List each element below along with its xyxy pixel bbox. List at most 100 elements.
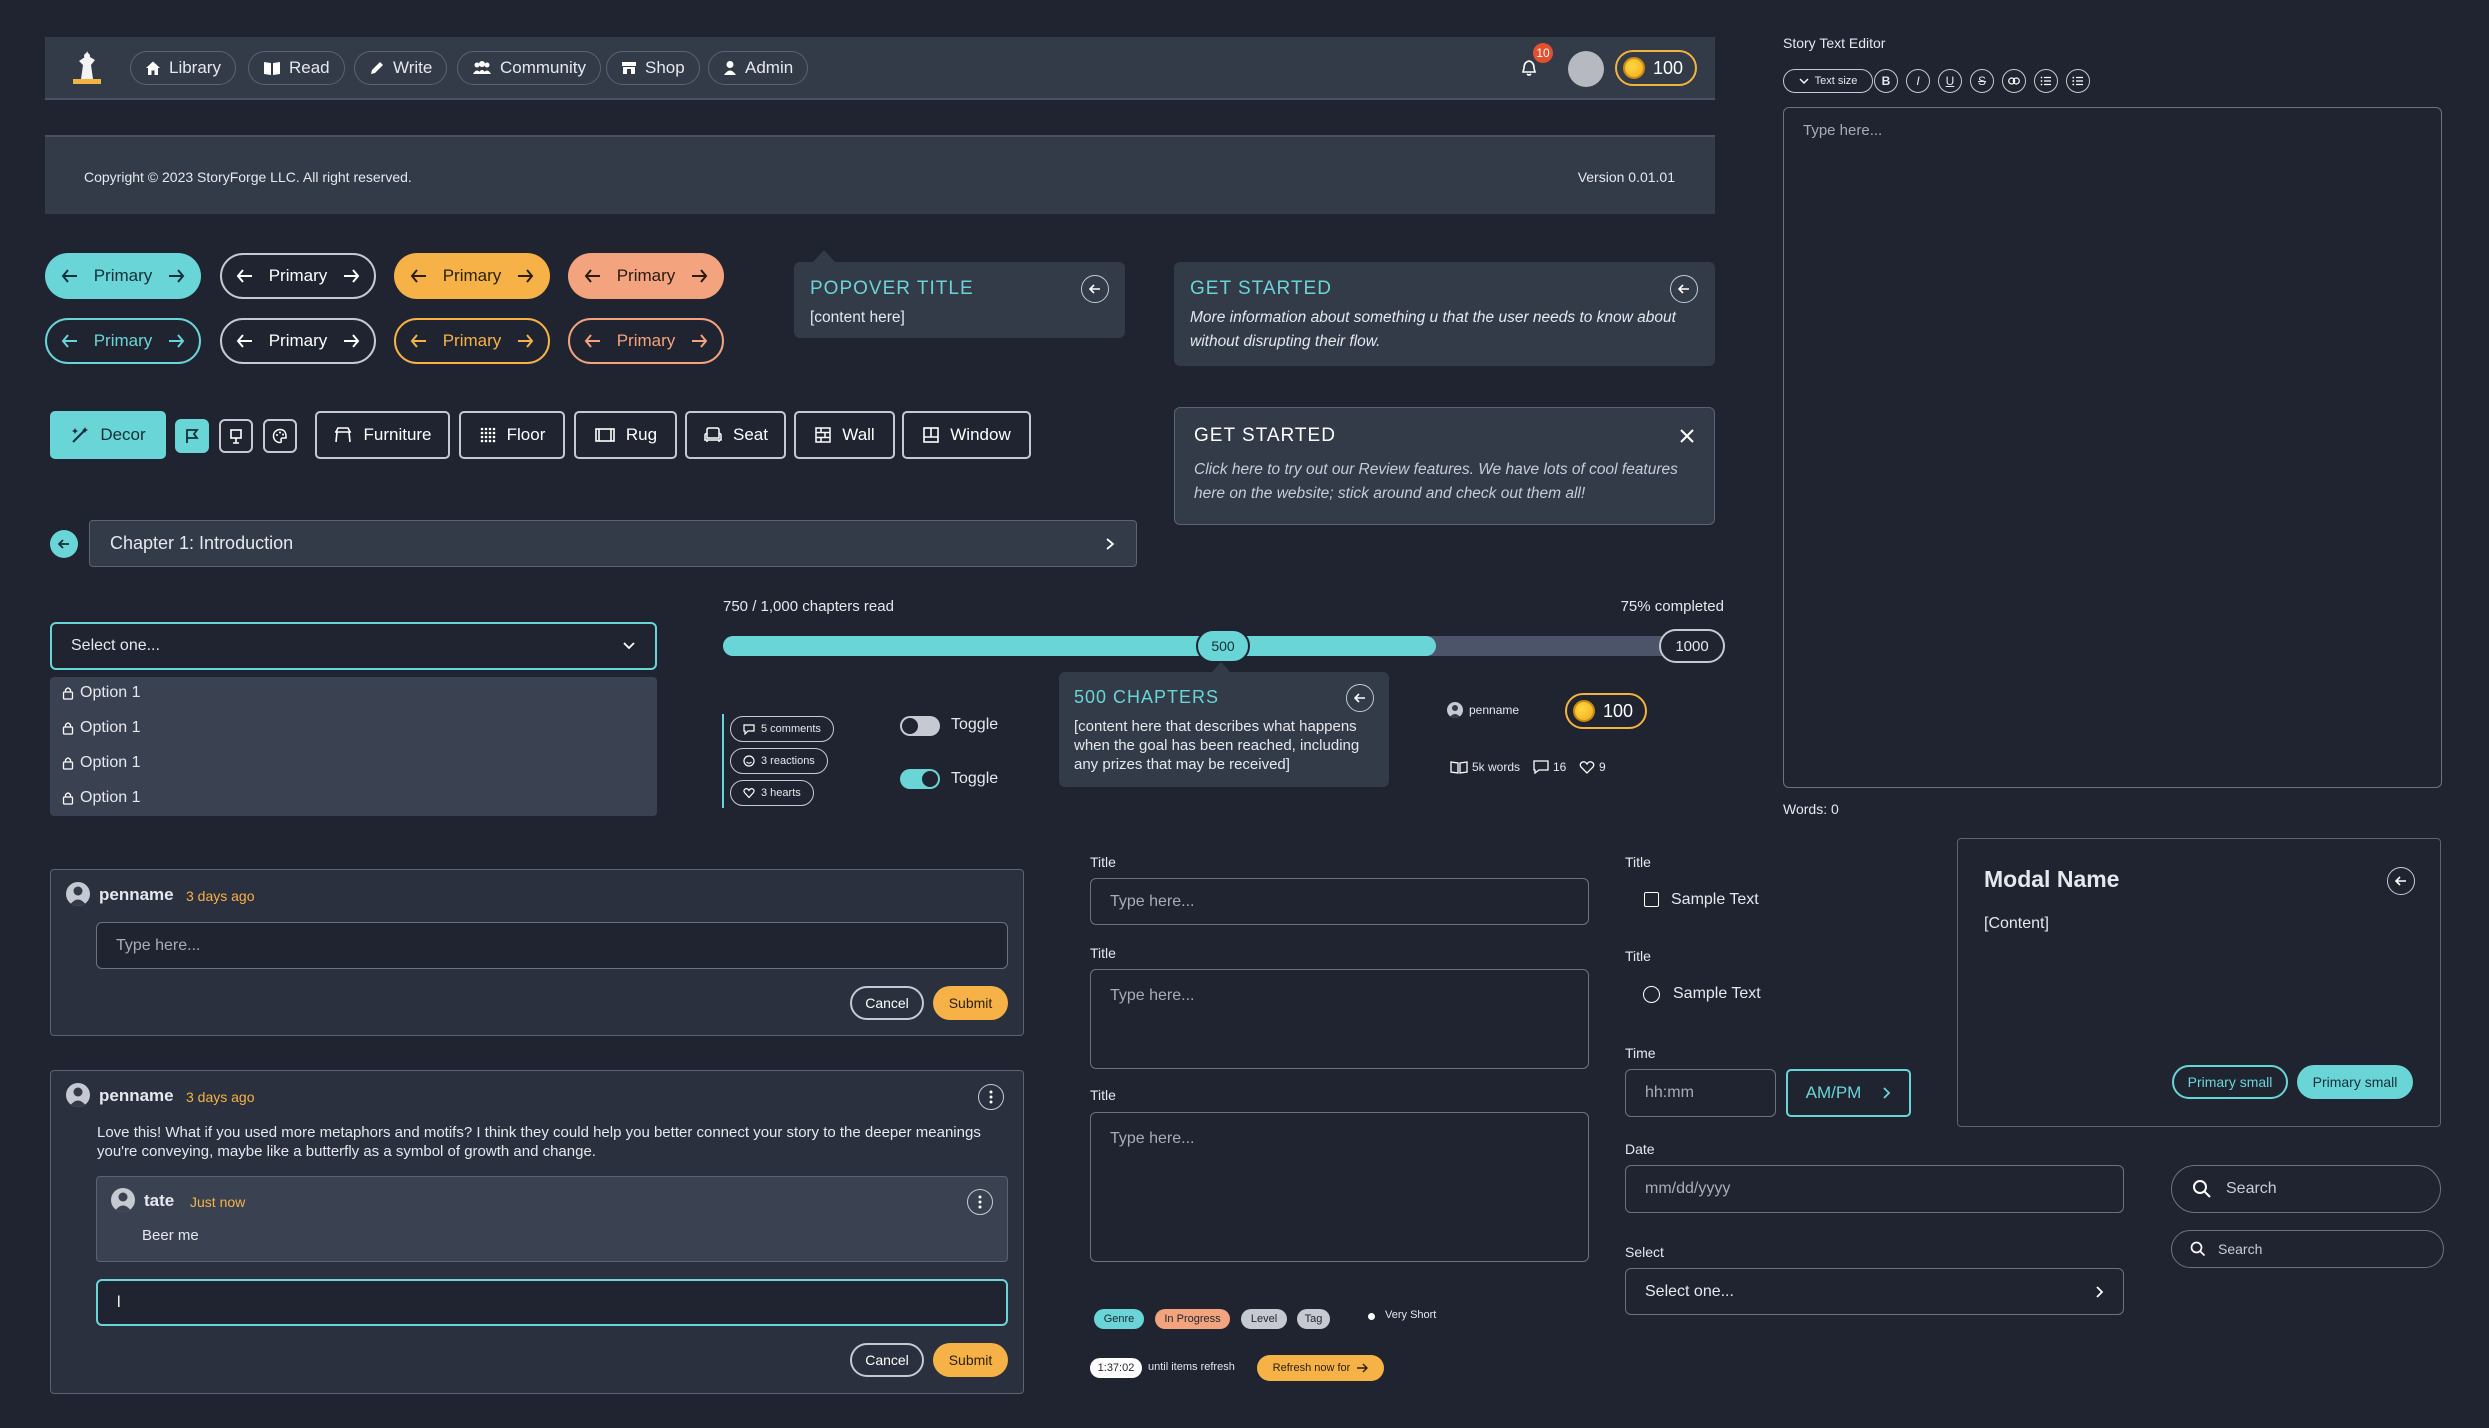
dropdown-option[interactable]: Option 1 [62,719,140,737]
underline-button[interactable]: U [1938,69,1962,93]
time-input[interactable]: hh:mm [1625,1069,1776,1117]
in-progress-tag[interactable]: In Progress [1155,1309,1230,1329]
primary-teal-button[interactable]: Primary [45,253,201,299]
get-started-text: More information about something u that … [1190,309,1676,350]
search-input-small[interactable]: Search [2171,1230,2444,1268]
italic-button[interactable]: I [1906,69,1930,93]
checkbox[interactable] [1644,892,1659,907]
reply-input[interactable]: l [96,1279,1008,1326]
floor-button[interactable]: Floor [459,411,565,459]
nav-shop-label: Shop [645,58,685,77]
dropdown-option[interactable]: Option 1 [62,789,140,807]
underline-icon: U [1945,74,1955,88]
tag-chip[interactable]: Tag [1297,1309,1330,1329]
refresh-now-button[interactable]: Refresh now for [1257,1355,1384,1381]
submit-button[interactable]: Submit [933,1343,1008,1377]
title-textarea-large-placeholder: Type here... [1110,1130,1195,1147]
strikethrough-button[interactable]: S [1970,69,1994,93]
furniture-button[interactable]: Furniture [315,411,450,459]
palette-tool-button[interactable] [263,419,297,453]
progress-max-marker[interactable]: 1000 [1659,629,1725,663]
toggle-on[interactable] [900,769,940,789]
coin-balance[interactable]: 100 [1615,50,1698,86]
modal-back-button[interactable] [2387,867,2415,895]
date-input[interactable]: mm/dd/yyyy [1625,1165,2124,1213]
bold-button[interactable]: B [1874,69,1898,93]
title-textarea[interactable]: Type here... [1090,969,1589,1069]
reactions-chip[interactable]: 3 reactions [730,748,828,774]
modal-primary-small-button[interactable]: Primary small [2297,1065,2413,1099]
dropdown-option[interactable]: Option 1 [62,754,140,772]
radio-button[interactable] [1643,986,1660,1003]
cancel-button[interactable]: Cancel [850,986,924,1020]
avatar[interactable] [1568,51,1604,87]
story-author[interactable]: penname [1447,702,1519,718]
text-size-dropdown[interactable]: Text size [1783,69,1873,93]
dropdown-option-label: Option 1 [80,684,141,701]
seat-button[interactable]: Seat [685,411,786,459]
painting-tool-button[interactable] [219,419,253,453]
editor-textarea[interactable]: Type here... [1783,107,2442,788]
select-input[interactable]: Select one... [1625,1268,2124,1315]
window-button[interactable]: Window [902,411,1031,459]
modal-primary-small-outline-button[interactable]: Primary small [2172,1065,2288,1099]
reactions-chip-label: 3 reactions [761,755,815,767]
chapter-back-button[interactable] [50,530,78,558]
cancel-button[interactable]: Cancel [850,1343,924,1377]
hearts-chip[interactable]: 3 hearts [730,780,814,806]
primary-outline-teal-button[interactable]: Primary [45,318,201,364]
bullet-list-icon [2072,76,2083,86]
storyforge-logo-icon[interactable] [67,47,107,87]
title-textarea-large[interactable]: Type here... [1090,1112,1589,1262]
ampm-selector[interactable]: AM/PM [1786,1069,1911,1117]
nav-read[interactable]: Read [248,51,345,85]
chapters-popover-back-button[interactable] [1346,684,1374,712]
dropdown-option-label: Option 1 [80,789,141,806]
primary-outline-white-label: Primary [268,331,328,350]
nav-community[interactable]: Community [457,51,601,85]
primary-orange-button[interactable]: Primary [394,253,550,299]
title-input[interactable]: Type here... [1090,878,1589,925]
comments-chip[interactable]: 5 comments [730,716,834,742]
flag-icon [186,429,199,443]
popover-back-button[interactable] [1081,275,1109,303]
primary-salmon-button[interactable]: Primary [568,253,724,299]
decor-button[interactable]: Decor [50,411,166,459]
genre-tag[interactable]: Genre [1094,1309,1144,1329]
flag-tool-button[interactable] [175,419,209,453]
comment-more-button[interactable] [978,1084,1004,1110]
arrow-right-icon [344,269,360,283]
primary-dark-button[interactable]: Primary [220,253,376,299]
nav-shop[interactable]: Shop [606,51,700,85]
get-started-back-button[interactable] [1670,275,1698,303]
arrow-left-icon [1677,284,1689,294]
toggle-off[interactable] [900,716,940,736]
select-dropdown[interactable]: Select one... [50,622,657,670]
comment-author: penname [99,885,174,904]
submit-button[interactable]: Submit [933,986,1008,1020]
primary-outline-white-button[interactable]: Primary [220,318,376,364]
level-tag[interactable]: Level [1241,1309,1287,1329]
close-icon[interactable] [1677,426,1697,446]
story-coin-balance[interactable]: 100 [1565,693,1648,729]
link-button[interactable] [2002,69,2026,93]
chapter-selector[interactable]: Chapter 1: Introduction [89,520,1137,567]
dropdown-option-label: Option 1 [80,754,141,771]
progress-read-text: 750 / 1,000 chapters read [723,598,894,615]
nav-library[interactable]: Library [130,51,236,85]
reply-author: tate [144,1191,175,1210]
search-input-large[interactable]: Search [2171,1165,2441,1213]
dropdown-option[interactable]: Option 1 [62,684,140,702]
progress-milestone-marker[interactable]: 500 [1196,629,1250,663]
primary-outline-orange-button[interactable]: Primary [394,318,550,364]
wall-button[interactable]: Wall [794,411,895,459]
reply-more-button[interactable] [967,1189,993,1215]
nav-admin[interactable]: Admin [708,51,809,85]
comment-input[interactable]: Type here... [96,922,1008,969]
nav-write[interactable]: Write [354,51,448,85]
rug-button[interactable]: Rug [574,411,677,459]
primary-outline-salmon-button[interactable]: Primary [568,318,724,364]
bullet-list-button[interactable] [2066,69,2090,93]
ordered-list-button[interactable] [2034,69,2058,93]
arrow-left-icon [1088,284,1100,294]
